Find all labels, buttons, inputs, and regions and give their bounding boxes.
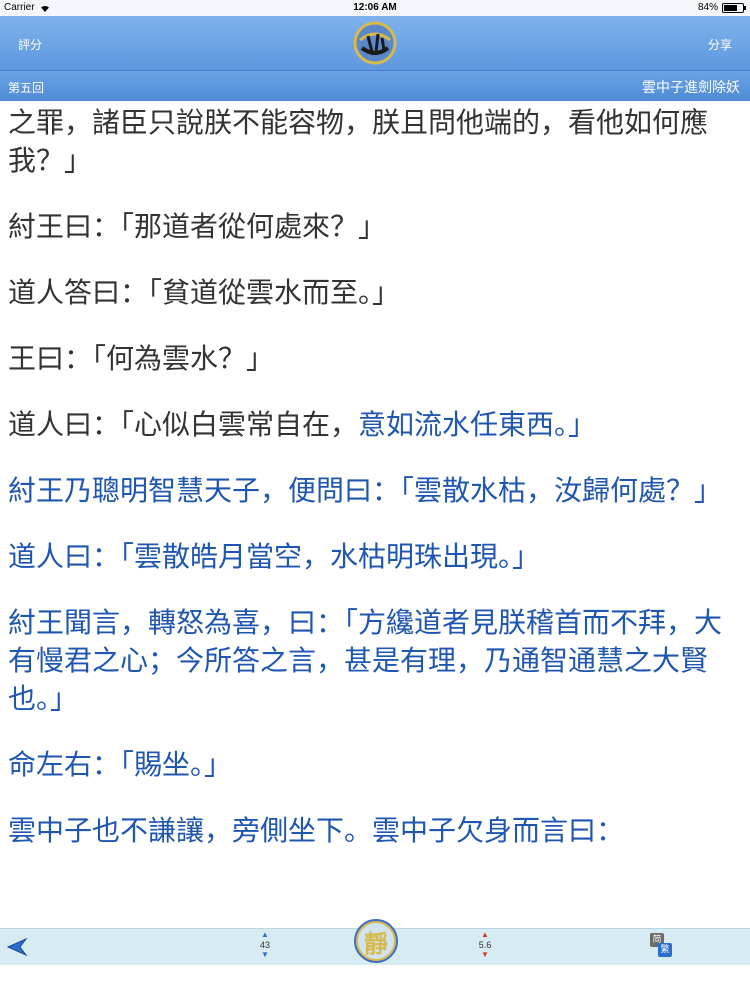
status-bar: Carrier 12:06 AM 84% — [0, 0, 750, 16]
fengshen-logo-icon — [353, 21, 397, 65]
nav-bar: 評分 分享 — [0, 16, 750, 70]
traditional-label: 繁 — [658, 943, 672, 957]
font-size-stepper[interactable]: ▲ 43 ▼ — [250, 931, 280, 963]
status-right: 84% — [697, 2, 746, 13]
paragraph: 紂王曰：「那道者從何處來？」 — [8, 210, 387, 243]
increase-icon[interactable]: ▲ — [250, 931, 280, 939]
chapter-title: 雲中子進劍除妖 — [642, 80, 740, 96]
rate-button[interactable]: 評分 — [18, 36, 42, 53]
paragraph: 之罪，諸臣只說朕不能容物，朕且問他端的，看他如何應我？」 — [8, 106, 709, 177]
battery-icon — [722, 2, 746, 13]
highlighted-paragraph: 紂王乃聰明智慧天子，便問曰：「雲散水枯，汝歸何處？」 — [8, 474, 723, 507]
increase-icon[interactable]: ▲ — [470, 931, 500, 939]
paragraph: 道人曰：「心似白雲常自在，意如流水任東西。」 — [8, 406, 743, 444]
reading-text: 之罪，諸臣只說朕不能容物，朕且問他端的，看他如何應我？」 紂王曰：「那道者從何處… — [8, 104, 743, 878]
share-button[interactable]: 分享 — [708, 36, 732, 53]
highlighted-paragraph: 命左右：「賜坐。」 — [8, 748, 233, 781]
paragraph: 王曰：「何為雲水？」 — [8, 342, 275, 375]
status-time: 12:06 AM — [353, 2, 397, 13]
highlighted-paragraph: 雲中子也不謙讓，旁側坐下。雲中子欠身而言曰： — [8, 814, 625, 847]
highlighted-paragraph: 紂王聞言，轉怒為喜，曰：「方纔道者見朕稽首而不拜，大有慢君之心；今所答之言，甚是… — [8, 606, 723, 715]
battery-percent: 84% — [697, 2, 718, 13]
decrease-icon[interactable]: ▼ — [470, 951, 500, 959]
back-arrow-icon[interactable] — [6, 937, 28, 957]
decrease-icon[interactable]: ▼ — [250, 951, 280, 959]
battery-fill — [724, 4, 737, 11]
simplified-traditional-toggle[interactable]: 简 繁 — [650, 933, 678, 961]
reading-content[interactable]: 之罪，諸臣只說朕不能容物，朕且問他端的，看他如何應我？」 紂王曰：「那道者從何處… — [0, 100, 750, 928]
paragraph: 道人答曰：「貧道從雲水而至。」 — [8, 276, 401, 309]
chapter-number: 第五回 — [8, 81, 45, 95]
jing-button[interactable]: 靜 — [354, 919, 398, 963]
highlighted-text: 意如流水任東西。」 — [358, 408, 597, 441]
bottom-spacer — [0, 965, 750, 1000]
line-spacing-stepper[interactable]: ▲ 5.6 ▼ — [470, 931, 500, 963]
paragraph-part: 道人曰：「心似白雲常自在， — [8, 408, 359, 441]
highlighted-paragraph: 道人曰：「雲散皓月當空，水枯明珠出現。」 — [8, 540, 541, 573]
bottom-toolbar: ▲ 43 ▼ 靜 ▲ 5.6 ▼ 简 繁 — [0, 919, 750, 965]
chapter-bar: 第五回 雲中子進劍除妖 — [0, 70, 750, 101]
